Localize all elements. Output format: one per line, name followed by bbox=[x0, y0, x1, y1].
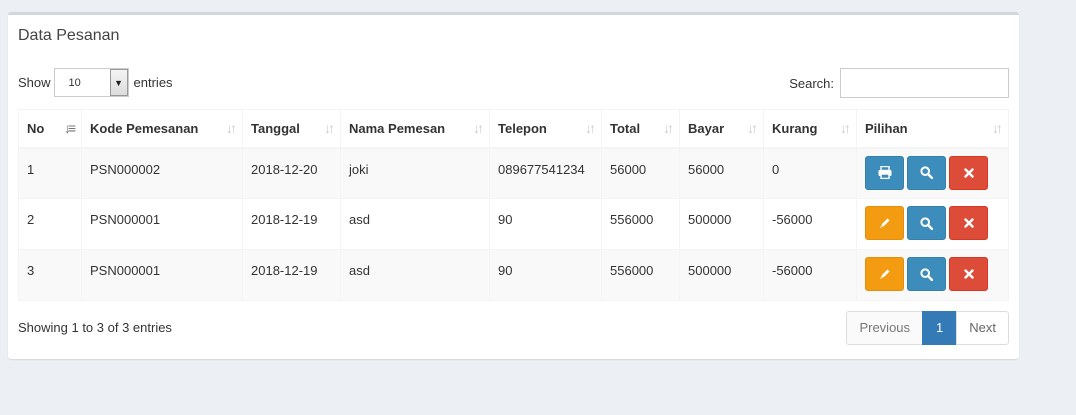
column-header-kurang[interactable]: Kurang ↓↑ bbox=[763, 109, 857, 149]
print-button[interactable] bbox=[865, 155, 904, 190]
data-pesanan-box: Data Pesanan Show 10 ▼ entries Search: N… bbox=[8, 12, 1019, 359]
box-title: Data Pesanan bbox=[18, 27, 120, 44]
close-icon bbox=[963, 167, 974, 178]
cell-total: 556000 bbox=[601, 198, 680, 250]
cell-telepon: 90 bbox=[489, 198, 602, 250]
cell-total: 56000 bbox=[601, 147, 680, 199]
table-row: 1 PSN000002 2018-12-20 joki 089677541234… bbox=[18, 147, 1009, 199]
column-header-pilihan[interactable]: Pilihan ↓↑ bbox=[856, 109, 1009, 149]
cell-no: 3 bbox=[18, 249, 82, 301]
view-button[interactable] bbox=[907, 206, 946, 240]
column-header-tanggal[interactable]: Tanggal ↓↑ bbox=[242, 109, 341, 149]
close-icon bbox=[963, 269, 974, 279]
search-icon bbox=[920, 267, 933, 281]
edit-button[interactable] bbox=[865, 257, 904, 291]
cell-kode: PSN000001 bbox=[81, 198, 243, 250]
sort-icon: ↓↑ bbox=[226, 120, 237, 137]
cell-kurang: 0 bbox=[763, 147, 857, 199]
cell-kurang: -56000 bbox=[763, 249, 857, 301]
cell-actions bbox=[856, 147, 1009, 199]
sort-icon: ↓↑ bbox=[324, 120, 335, 137]
column-header-no[interactable]: No ↓≡ bbox=[18, 109, 82, 149]
cell-actions bbox=[856, 198, 1009, 250]
search-control: Search: bbox=[789, 68, 1009, 98]
print-icon bbox=[878, 166, 891, 179]
column-header-nama[interactable]: Nama Pemesan ↓↑ bbox=[340, 109, 490, 149]
cell-kode: PSN000001 bbox=[81, 249, 243, 301]
cell-nama: joki bbox=[340, 147, 490, 199]
cell-telepon: 90 bbox=[489, 249, 602, 301]
cell-total: 556000 bbox=[601, 249, 680, 301]
table-info: Showing 1 to 3 of 3 entries bbox=[18, 320, 172, 335]
cell-no: 1 bbox=[18, 147, 82, 199]
column-header-total[interactable]: Total ↓↑ bbox=[601, 109, 680, 149]
delete-button[interactable] bbox=[949, 155, 988, 190]
cell-nama: asd bbox=[340, 198, 490, 250]
show-label: Show bbox=[18, 75, 51, 90]
close-icon bbox=[963, 218, 974, 228]
sort-ascending-icon: ↓≡ bbox=[63, 120, 76, 137]
sort-icon: ↓↑ bbox=[747, 120, 758, 137]
sort-icon: ↓↑ bbox=[992, 120, 1003, 137]
delete-button[interactable] bbox=[949, 206, 988, 240]
table-row: 2 PSN000001 2018-12-19 asd 90 556000 500… bbox=[18, 198, 1009, 250]
search-icon bbox=[920, 166, 933, 179]
sort-icon: ↓↑ bbox=[663, 120, 674, 137]
cell-kode: PSN000002 bbox=[81, 147, 243, 199]
delete-button[interactable] bbox=[949, 257, 988, 291]
edit-icon bbox=[879, 218, 889, 228]
previous-page-button[interactable]: Previous bbox=[846, 311, 924, 345]
search-icon bbox=[920, 216, 933, 230]
entries-select[interactable]: 10 ▼ bbox=[53, 68, 129, 97]
column-header-kode[interactable]: Kode Pemesanan ↓↑ bbox=[81, 109, 243, 149]
cell-kurang: -56000 bbox=[763, 198, 857, 250]
edit-button[interactable] bbox=[865, 206, 904, 240]
cell-tanggal: 2018-12-19 bbox=[242, 198, 341, 250]
cell-nama: asd bbox=[340, 249, 490, 301]
column-header-telepon[interactable]: Telepon ↓↑ bbox=[489, 109, 602, 149]
sort-icon: ↓↑ bbox=[473, 120, 484, 137]
cell-tanggal: 2018-12-20 bbox=[242, 147, 341, 199]
cell-no: 2 bbox=[18, 198, 82, 250]
view-button[interactable] bbox=[907, 155, 946, 190]
orders-table: No ↓≡ Kode Pemesanan ↓↑ Tanggal ↓↑ Nama Pem… bbox=[18, 109, 1009, 301]
cell-telepon: 089677541234 bbox=[489, 147, 602, 199]
column-header-bayar[interactable]: Bayar ↓↑ bbox=[679, 109, 764, 149]
edit-icon bbox=[879, 269, 889, 279]
cell-tanggal: 2018-12-19 bbox=[242, 249, 341, 301]
entries-length-control: Show 10 ▼ entries bbox=[18, 68, 173, 97]
table-header-row: No ↓≡ Kode Pemesanan ↓↑ Tanggal ↓↑ Nama Pem… bbox=[18, 109, 1009, 149]
entries-label: entries bbox=[133, 75, 173, 90]
page-1-button[interactable]: 1 bbox=[922, 311, 958, 345]
entries-select-value: 10 bbox=[68, 77, 81, 89]
pagination: Previous 1 Next bbox=[846, 311, 1009, 345]
search-input[interactable] bbox=[840, 68, 1009, 98]
cell-actions bbox=[856, 249, 1009, 301]
next-page-button[interactable]: Next bbox=[956, 311, 1009, 345]
cell-bayar: 56000 bbox=[679, 147, 764, 199]
search-label: Search: bbox=[789, 75, 834, 91]
table-row: 3 PSN000001 2018-12-19 asd 90 556000 500… bbox=[18, 249, 1009, 301]
sort-icon: ↓↑ bbox=[840, 120, 851, 137]
dropdown-arrow-icon[interactable]: ▼ bbox=[109, 69, 128, 96]
cell-bayar: 500000 bbox=[679, 249, 764, 301]
view-button[interactable] bbox=[907, 257, 946, 291]
sort-icon: ↓↑ bbox=[585, 120, 596, 137]
cell-bayar: 500000 bbox=[679, 198, 764, 250]
